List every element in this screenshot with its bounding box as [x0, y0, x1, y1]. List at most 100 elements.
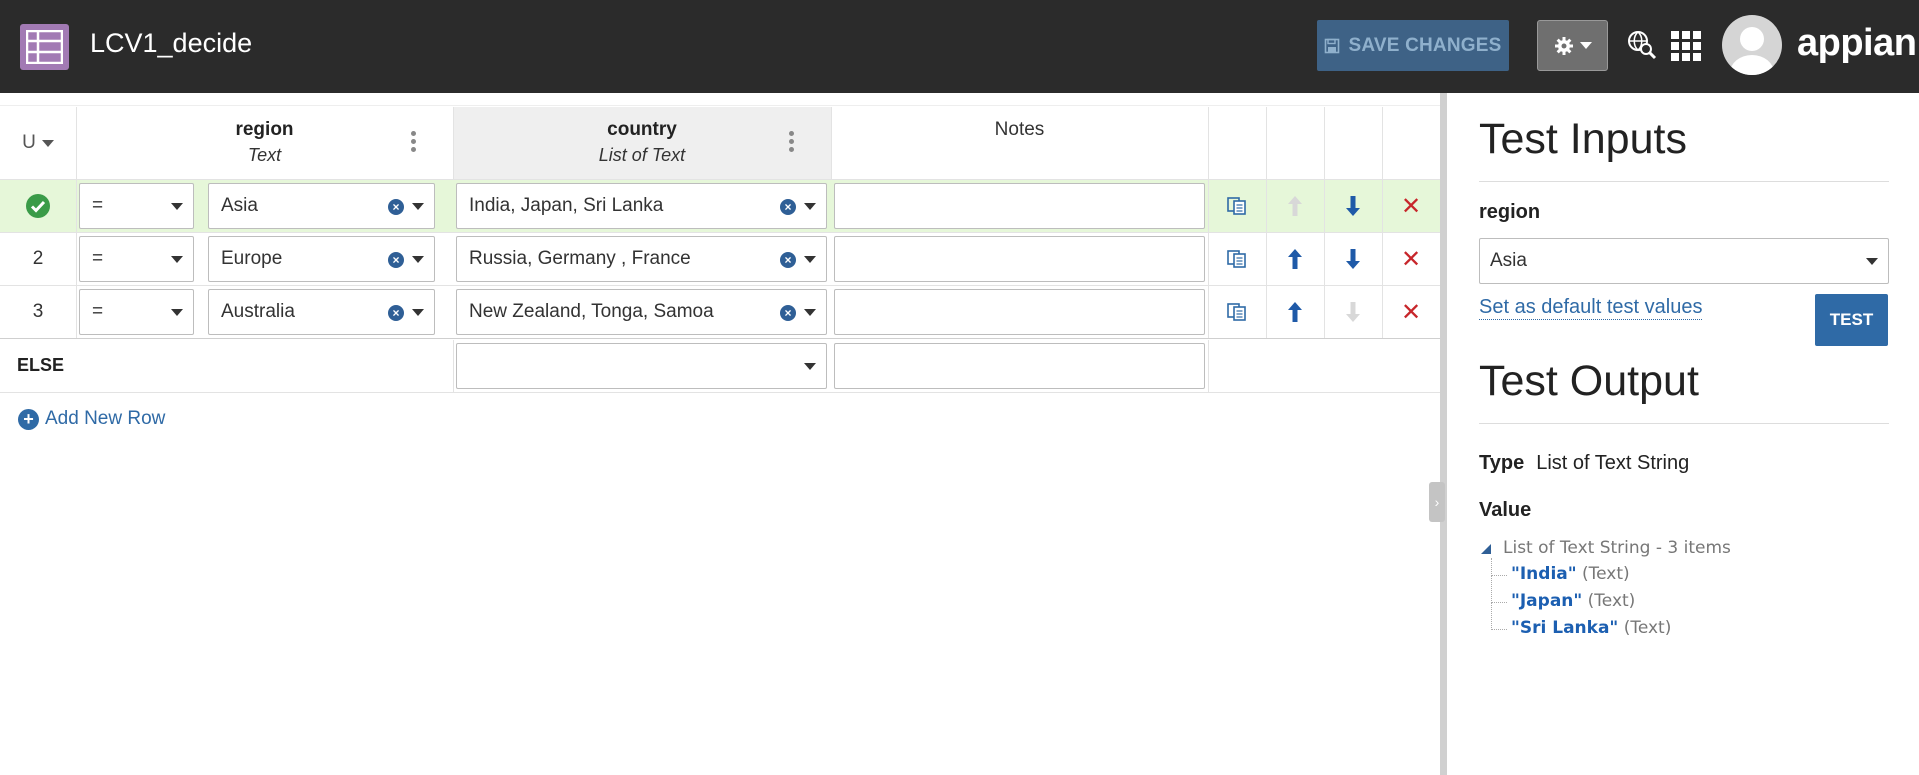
table-top-border	[0, 105, 1440, 106]
delete-row-icon[interactable]: ✕	[1382, 286, 1440, 338]
column-divider	[76, 180, 77, 338]
tree-item: "India" (Text)	[1511, 564, 1630, 584]
country-value: New Zealand, Tonga, Samoa	[469, 301, 714, 322]
collapse-panel-handle[interactable]: ›	[1429, 482, 1445, 522]
hit-policy-dropdown[interactable]: U	[0, 107, 76, 179]
column-title: country	[607, 119, 677, 140]
move-down-icon	[1324, 286, 1382, 338]
notes-input[interactable]	[834, 289, 1205, 335]
delete-row-icon[interactable]: ✕	[1382, 180, 1440, 232]
region-picker[interactable]: Australia ×	[208, 289, 435, 335]
set-default-test-values-link[interactable]: Set as default test values	[1479, 296, 1703, 320]
test-panel: Test Inputs region Asia Set as default t…	[1447, 93, 1919, 775]
operator-dropdown[interactable]: =	[79, 183, 194, 229]
output-type: Type List of Text String	[1479, 452, 1689, 475]
move-up-icon[interactable]	[1266, 233, 1324, 285]
collapse-triangle-icon[interactable]	[1481, 544, 1491, 554]
table-row: 2 = Europe × Russia, Germany , France × …	[0, 233, 1440, 285]
clear-icon[interactable]: ×	[388, 199, 404, 215]
row-number: 2	[32, 248, 44, 269]
type-label: Type	[1479, 452, 1525, 474]
country-value: India, Japan, Sri Lanka	[469, 195, 664, 216]
chevron-down-icon	[412, 309, 424, 316]
chevron-down-icon	[804, 363, 816, 370]
notes-input[interactable]	[834, 236, 1205, 282]
column-divider	[1382, 180, 1383, 338]
region-value: Australia	[221, 301, 295, 322]
save-changes-button[interactable]: SAVE CHANGES	[1317, 20, 1509, 71]
chevron-down-icon	[412, 203, 424, 210]
tree-item: "Sri Lanka" (Text)	[1511, 618, 1671, 638]
appian-logo[interactable]: appian	[1797, 22, 1917, 65]
copy-row-icon[interactable]	[1208, 180, 1266, 232]
column-menu-icon[interactable]	[789, 131, 795, 155]
app-launcher-icon[interactable]	[1671, 31, 1701, 66]
clear-icon[interactable]: ×	[780, 199, 796, 215]
chevron-down-icon	[41, 139, 54, 147]
save-changes-label: SAVE CHANGES	[1348, 34, 1502, 56]
copy-row-icon[interactable]	[1208, 286, 1266, 338]
column-header-notes: Notes	[831, 107, 1208, 179]
row-divider	[0, 338, 1440, 339]
tree-root: List of Text String - 3 items	[1503, 538, 1731, 558]
chevron-down-icon	[1866, 258, 1878, 265]
chevron-down-icon	[804, 309, 816, 316]
test-output-title: Test Output	[1479, 357, 1699, 405]
region-picker[interactable]: Asia ×	[208, 183, 435, 229]
country-picker[interactable]: Russia, Germany , France ×	[456, 236, 827, 282]
else-label: ELSE	[17, 355, 65, 375]
region-test-value: Asia	[1490, 250, 1527, 271]
country-picker[interactable]: India, Japan, Sri Lanka ×	[456, 183, 827, 229]
country-value: Russia, Germany , France	[469, 248, 691, 269]
hit-policy-label: U	[22, 132, 36, 153]
object-title: LCV1_decide	[90, 28, 253, 58]
add-new-row-link[interactable]: + Add New Row	[18, 408, 165, 430]
notes-input[interactable]	[834, 343, 1205, 389]
country-picker[interactable]: New Zealand, Tonga, Samoa ×	[456, 289, 827, 335]
copy-row-icon[interactable]	[1208, 233, 1266, 285]
decision-table: U region Text country List of Text Notes…	[0, 93, 1440, 775]
tree-branch	[1491, 576, 1507, 603]
chevron-down-icon	[804, 256, 816, 263]
user-avatar[interactable]	[1722, 15, 1782, 75]
test-button[interactable]: TEST	[1815, 294, 1888, 346]
else-row: ELSE	[0, 340, 1440, 392]
settings-menu-button[interactable]	[1537, 20, 1608, 71]
tree-item-type: (Text)	[1582, 564, 1630, 584]
operator-dropdown[interactable]: =	[79, 289, 194, 335]
clear-icon[interactable]: ×	[780, 305, 796, 321]
column-header-region: region Text	[76, 107, 453, 179]
column-type: List of Text	[598, 145, 686, 165]
matched-check-icon	[0, 180, 76, 232]
chevron-down-icon	[171, 203, 183, 210]
move-up-icon[interactable]	[1266, 286, 1324, 338]
region-test-dropdown[interactable]: Asia	[1479, 238, 1889, 284]
clear-icon[interactable]: ×	[388, 252, 404, 268]
global-search-icon[interactable]	[1627, 30, 1657, 65]
column-header-country: country List of Text	[453, 107, 831, 179]
tree-item-value: "India"	[1511, 564, 1577, 584]
column-divider	[1382, 107, 1383, 179]
tree-item-value: "Japan"	[1511, 591, 1583, 611]
else-country-dropdown[interactable]	[456, 343, 827, 389]
chevron-down-icon	[171, 309, 183, 316]
tree-item-type: (Text)	[1623, 618, 1672, 638]
move-down-icon[interactable]	[1324, 180, 1382, 232]
region-value: Europe	[221, 248, 283, 269]
column-divider	[1208, 180, 1209, 338]
region-value: Asia	[221, 195, 258, 216]
tree-item-type: (Text)	[1587, 591, 1636, 611]
delete-row-icon[interactable]: ✕	[1382, 233, 1440, 285]
column-divider	[1324, 107, 1325, 179]
notes-input[interactable]	[834, 183, 1205, 229]
decision-table-icon	[20, 24, 69, 70]
region-picker[interactable]: Europe ×	[208, 236, 435, 282]
clear-icon[interactable]: ×	[388, 305, 404, 321]
operator-value: =	[92, 301, 104, 322]
move-down-icon[interactable]	[1324, 233, 1382, 285]
operator-dropdown[interactable]: =	[79, 236, 194, 282]
column-menu-icon[interactable]	[411, 131, 417, 155]
chevron-down-icon	[804, 203, 816, 210]
clear-icon[interactable]: ×	[780, 252, 796, 268]
panel-divider[interactable]	[1440, 93, 1447, 775]
